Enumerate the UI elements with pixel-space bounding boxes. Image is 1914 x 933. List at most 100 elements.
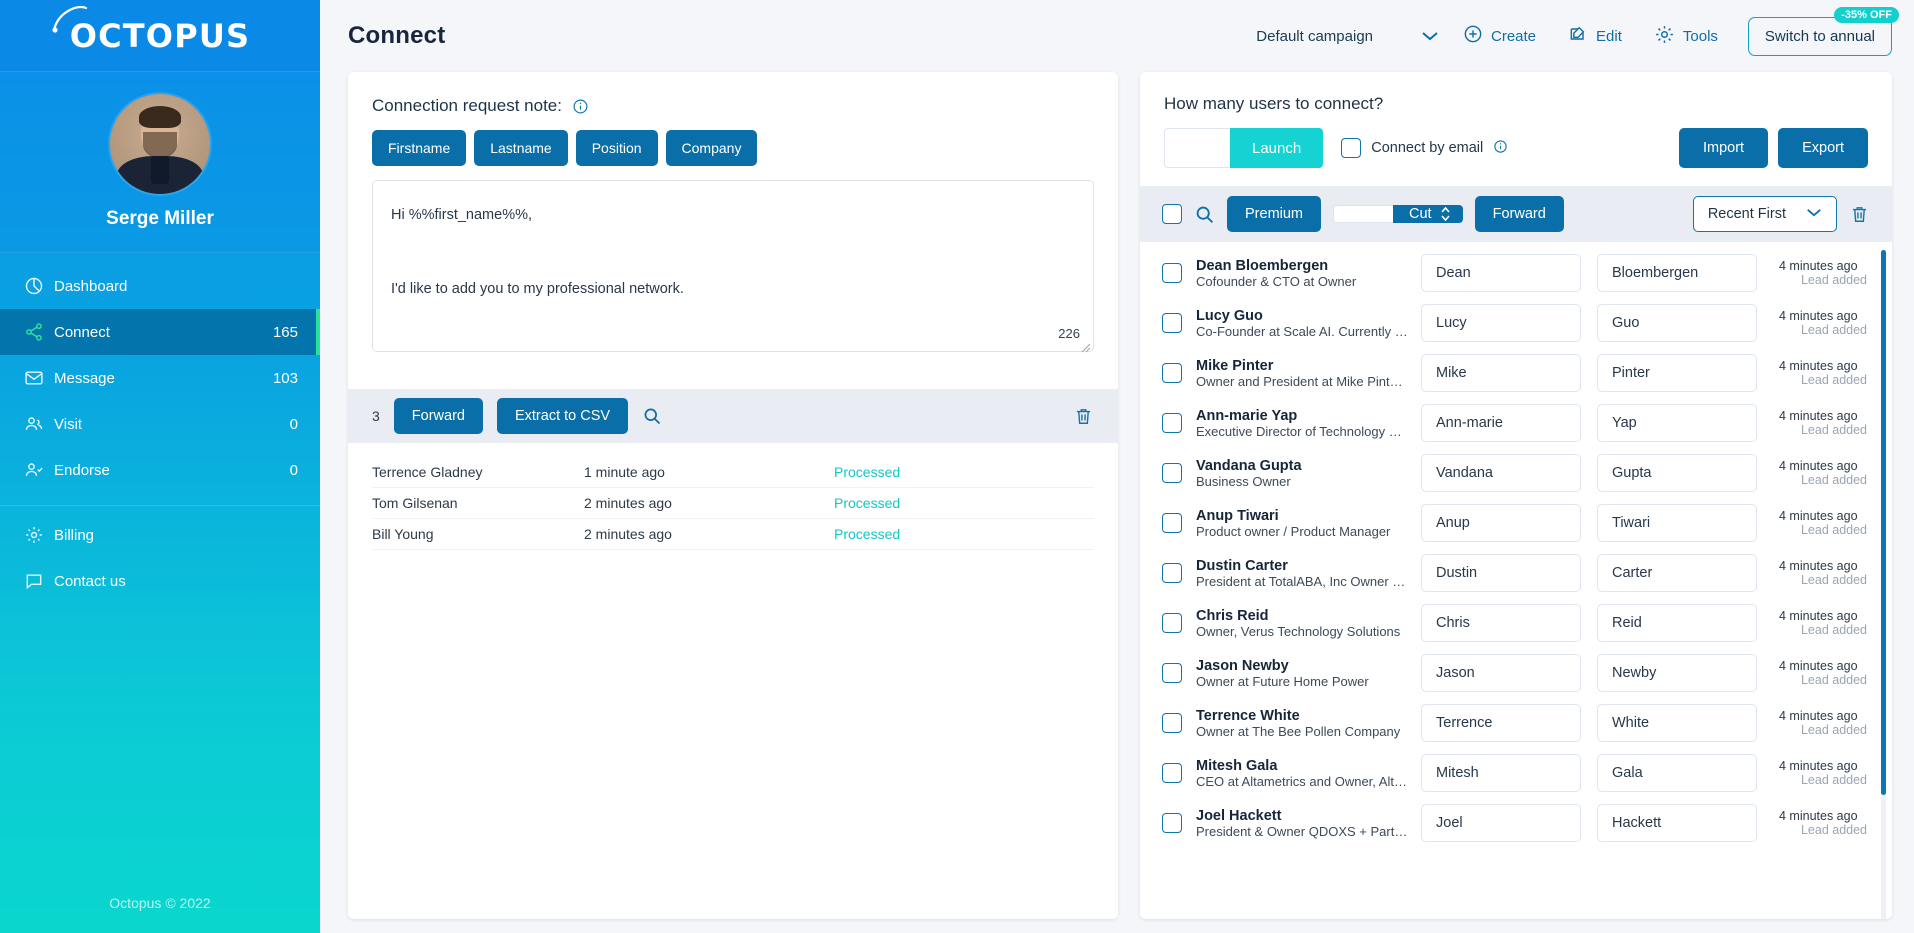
- resize-grip-icon[interactable]: [1081, 343, 1091, 353]
- lead-checkbox[interactable]: [1162, 413, 1182, 433]
- premium-button[interactable]: Premium: [1227, 196, 1322, 232]
- lead-lastname-input[interactable]: [1597, 604, 1757, 642]
- lead-firstname-input[interactable]: [1421, 304, 1581, 342]
- token-lastname-button[interactable]: Lastname: [474, 130, 568, 166]
- token-firstname-button[interactable]: Firstname: [372, 130, 467, 166]
- lead-lastname-input[interactable]: [1597, 354, 1757, 392]
- list-item[interactable]: Mitesh Gala CEO at Altametrics and Owner…: [1140, 748, 1892, 798]
- lead-state: Lead added: [1800, 723, 1868, 737]
- lead-firstname-input[interactable]: [1421, 704, 1581, 742]
- lead-checkbox[interactable]: [1162, 663, 1182, 683]
- lead-checkbox[interactable]: [1162, 363, 1182, 383]
- lead-checkbox[interactable]: [1162, 563, 1182, 583]
- lead-checkbox[interactable]: [1162, 463, 1182, 483]
- list-item[interactable]: Terrence White Owner at The Bee Pollen C…: [1140, 698, 1892, 748]
- list-item[interactable]: Vandana Gupta Business Owner 4 minutes a…: [1140, 448, 1892, 498]
- lead-lastname-input[interactable]: [1597, 804, 1757, 842]
- cut-quantity-input[interactable]: [1333, 205, 1394, 223]
- lead-checkbox[interactable]: [1162, 713, 1182, 733]
- list-item[interactable]: Anup Tiwari Product owner / Product Mana…: [1140, 498, 1892, 548]
- import-button[interactable]: Import: [1678, 128, 1769, 168]
- list-item[interactable]: Dustin Carter President at TotalABA, Inc…: [1140, 548, 1892, 598]
- lead-checkbox[interactable]: [1162, 313, 1182, 333]
- lead-firstname-input[interactable]: [1421, 254, 1581, 292]
- processed-forward-button[interactable]: Forward: [393, 398, 483, 434]
- lead-checkbox[interactable]: [1162, 763, 1182, 783]
- lead-headline: Product owner / Product Manager: [1196, 523, 1391, 539]
- forward-button[interactable]: Forward: [1474, 196, 1564, 232]
- search-icon[interactable]: [642, 406, 662, 426]
- extract-to-csv-button[interactable]: Extract to CSV: [496, 398, 629, 434]
- sidebar-item-dashboard[interactable]: Dashboard: [0, 263, 320, 309]
- lead-identity: Lucy Guo Co-Founder at Scale AI. Current…: [1196, 308, 1421, 339]
- info-icon[interactable]: [1493, 139, 1508, 158]
- sidebar-item-billing[interactable]: Billing: [0, 512, 320, 558]
- token-position-button[interactable]: Position: [575, 130, 658, 166]
- list-item[interactable]: Joel Hackett President & Owner QDOXS + P…: [1140, 798, 1892, 848]
- select-all-checkbox[interactable]: [1162, 204, 1182, 224]
- sidebar-nav: Dashboard Connect 165 Message 103 Visit …: [0, 253, 320, 604]
- lead-lastname-input[interactable]: [1597, 504, 1757, 542]
- table-row[interactable]: Tom Gilsenan 2 minutes ago Processed: [372, 488, 1094, 519]
- stepper-icon[interactable]: [1440, 205, 1451, 223]
- sidebar-item-visit[interactable]: Visit 0: [0, 401, 320, 447]
- lead-identity: Dustin Carter President at TotalABA, Inc…: [1196, 558, 1421, 589]
- sort-dropdown[interactable]: Recent First: [1692, 196, 1837, 232]
- campaign-dropdown[interactable]: Default campaign: [1248, 22, 1447, 51]
- sidebar-item-message[interactable]: Message 103: [0, 355, 320, 401]
- export-button[interactable]: Export: [1778, 128, 1868, 168]
- info-icon[interactable]: [572, 98, 589, 115]
- lead-lastname-input[interactable]: [1597, 704, 1757, 742]
- lead-firstname-input[interactable]: [1421, 454, 1581, 492]
- lead-firstname-input[interactable]: [1421, 804, 1581, 842]
- launch-button[interactable]: Launch: [1230, 128, 1324, 168]
- lead-state: Lead added: [1800, 523, 1868, 537]
- list-item[interactable]: Dean Bloembergen Cofounder & CTO at Owne…: [1140, 248, 1892, 298]
- table-row[interactable]: Bill Young 2 minutes ago Processed: [372, 519, 1094, 550]
- list-item[interactable]: Chris Reid Owner, Verus Technology Solut…: [1140, 598, 1892, 648]
- tools-button[interactable]: Tools: [1638, 18, 1734, 55]
- lead-checkbox[interactable]: [1162, 613, 1182, 633]
- list-item[interactable]: Mike Pinter Owner and President at Mike …: [1140, 348, 1892, 398]
- lead-firstname-input[interactable]: [1421, 404, 1581, 442]
- table-row[interactable]: Terrence Gladney 1 minute ago Processed: [372, 457, 1094, 488]
- lead-firstname-input[interactable]: [1421, 754, 1581, 792]
- search-icon[interactable]: [1194, 204, 1215, 225]
- logo[interactable]: OCTOPUS: [0, 0, 320, 72]
- list-item[interactable]: Jason Newby Owner at Future Home Power 4…: [1140, 648, 1892, 698]
- delete-processed-icon[interactable]: [1073, 406, 1094, 427]
- lead-firstname-input[interactable]: [1421, 654, 1581, 692]
- lead-lastname-input[interactable]: [1597, 454, 1757, 492]
- content-area: Connection request note: Firstname Lastn…: [320, 72, 1914, 933]
- lead-checkbox[interactable]: [1162, 513, 1182, 533]
- lead-firstname-input[interactable]: [1421, 354, 1581, 392]
- list-item[interactable]: Ann-marie Yap Executive Director of Tech…: [1140, 398, 1892, 448]
- lead-state: Lead added: [1800, 673, 1868, 687]
- lead-lastname-input[interactable]: [1597, 654, 1757, 692]
- sidebar-item-connect[interactable]: Connect 165: [0, 309, 320, 355]
- token-company-button[interactable]: Company: [665, 130, 758, 166]
- sidebar-item-contact-us[interactable]: Contact us: [0, 558, 320, 604]
- lead-lastname-input[interactable]: [1597, 304, 1757, 342]
- lead-checkbox[interactable]: [1162, 263, 1182, 283]
- delete-leads-icon[interactable]: [1849, 204, 1870, 225]
- connect-by-email-checkbox[interactable]: [1341, 138, 1362, 158]
- lead-lastname-input[interactable]: [1597, 404, 1757, 442]
- scrollbar-thumb[interactable]: [1881, 250, 1886, 795]
- lead-firstname-input[interactable]: [1421, 604, 1581, 642]
- cut-button[interactable]: Cut: [1393, 205, 1463, 223]
- lead-lastname-input[interactable]: [1597, 554, 1757, 592]
- avatar: [110, 94, 210, 194]
- lead-checkbox[interactable]: [1162, 813, 1182, 833]
- lead-firstname-input[interactable]: [1421, 504, 1581, 542]
- sidebar-item-endorse[interactable]: Endorse 0: [0, 447, 320, 493]
- create-button[interactable]: Create: [1447, 18, 1552, 54]
- list-item[interactable]: Lucy Guo Co-Founder at Scale AI. Current…: [1140, 298, 1892, 348]
- lead-firstname-input[interactable]: [1421, 554, 1581, 592]
- switch-to-annual-button[interactable]: -35% OFF Switch to annual: [1747, 6, 1899, 56]
- note-textarea[interactable]: [372, 180, 1094, 352]
- edit-button[interactable]: Edit: [1552, 18, 1638, 54]
- launch-quantity-input[interactable]: [1164, 128, 1230, 168]
- lead-lastname-input[interactable]: [1597, 754, 1757, 792]
- lead-lastname-input[interactable]: [1597, 254, 1757, 292]
